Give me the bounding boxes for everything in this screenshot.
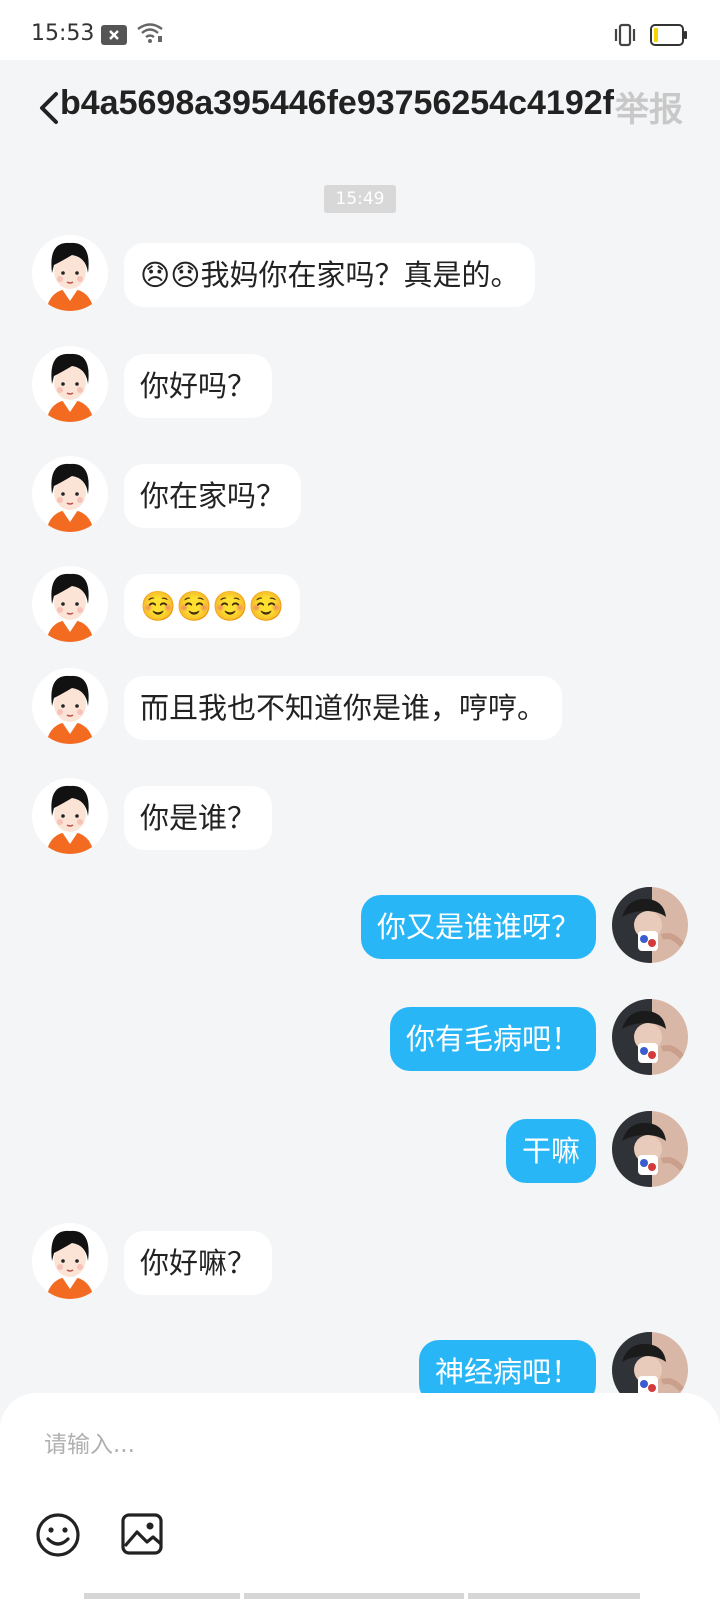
incoming-message-bubble[interactable]: 你好吗？ bbox=[124, 354, 273, 418]
message-input[interactable] bbox=[42, 1419, 646, 1471]
message-row: ☺️☺️☺️☺️ bbox=[0, 566, 720, 646]
conversation-title: b4a5698a395446fe93756254c4192f bbox=[60, 84, 614, 122]
outgoing-message-bubble[interactable]: 你有毛病吧！ bbox=[389, 1007, 596, 1071]
message-row: 你又是谁谁呀？ bbox=[0, 887, 720, 967]
tab-indicator bbox=[244, 1593, 464, 1599]
outgoing-message-bubble[interactable]: 干嘛 bbox=[505, 1119, 596, 1183]
chat-header: b4a5698a395446fe93756254c4192f 举报 bbox=[0, 60, 720, 150]
message-row: 神经病吧！ bbox=[0, 1332, 720, 1393]
outgoing-message-bubble[interactable]: 神经病吧！ bbox=[418, 1340, 596, 1393]
my-avatar[interactable] bbox=[612, 887, 688, 963]
message-row: 你是谁？ bbox=[0, 778, 720, 858]
wifi-icon bbox=[137, 23, 163, 43]
contact-avatar[interactable] bbox=[32, 1223, 108, 1299]
outgoing-message-bubble[interactable]: 你又是谁谁呀？ bbox=[360, 895, 596, 959]
message-row: 你在家吗？ bbox=[0, 456, 720, 536]
keyboard-tab-strip bbox=[84, 1593, 640, 1599]
my-avatar[interactable] bbox=[612, 999, 688, 1075]
message-row: 😞😞我妈你在家吗？真是的。 bbox=[0, 235, 720, 315]
my-avatar[interactable] bbox=[612, 1332, 688, 1393]
message-list[interactable]: 15:49 😞😞我妈你在家吗？真是的。 你好吗？ 你在家吗？ ☺️☺️☺️☺️ … bbox=[0, 150, 720, 1393]
tab-indicator bbox=[84, 1593, 240, 1599]
image-picker-icon[interactable] bbox=[120, 1512, 164, 1556]
back-arrow-icon[interactable] bbox=[36, 88, 62, 128]
message-row: 而且我也不知道你是谁，哼哼。 bbox=[0, 668, 720, 748]
vibrate-icon bbox=[614, 23, 636, 47]
message-row: 你好嘛？ bbox=[0, 1223, 720, 1303]
incoming-message-bubble[interactable]: 而且我也不知道你是谁，哼哼。 bbox=[124, 676, 563, 740]
contact-avatar[interactable] bbox=[32, 346, 108, 422]
message-composer bbox=[0, 1393, 720, 1600]
battery-icon bbox=[650, 24, 687, 46]
notification-icon bbox=[101, 25, 127, 45]
emoji-icon[interactable] bbox=[35, 1512, 81, 1558]
report-button[interactable]: 举报 bbox=[615, 82, 683, 131]
incoming-message-bubble[interactable]: 你好嘛？ bbox=[124, 1231, 273, 1295]
incoming-message-bubble[interactable]: 😞😞我妈你在家吗？真是的。 bbox=[124, 243, 536, 307]
contact-avatar[interactable] bbox=[32, 566, 108, 642]
my-avatar[interactable] bbox=[612, 1111, 688, 1187]
incoming-message-bubble[interactable]: 你是谁？ bbox=[124, 786, 273, 850]
tab-indicator bbox=[468, 1593, 640, 1599]
message-row: 你有毛病吧！ bbox=[0, 999, 720, 1079]
message-row: 你好吗？ bbox=[0, 346, 720, 426]
incoming-message-bubble[interactable]: 你在家吗？ bbox=[124, 464, 302, 528]
contact-avatar[interactable] bbox=[32, 456, 108, 532]
message-row: 干嘛 bbox=[0, 1111, 720, 1191]
contact-avatar[interactable] bbox=[32, 235, 108, 311]
message-timestamp: 15:49 bbox=[324, 185, 396, 213]
contact-avatar[interactable] bbox=[32, 668, 108, 744]
incoming-message-bubble[interactable]: ☺️☺️☺️☺️ bbox=[124, 574, 301, 638]
status-time: 15:53 bbox=[31, 21, 95, 46]
status-bar: 15:53 bbox=[0, 0, 720, 60]
contact-avatar[interactable] bbox=[32, 778, 108, 854]
